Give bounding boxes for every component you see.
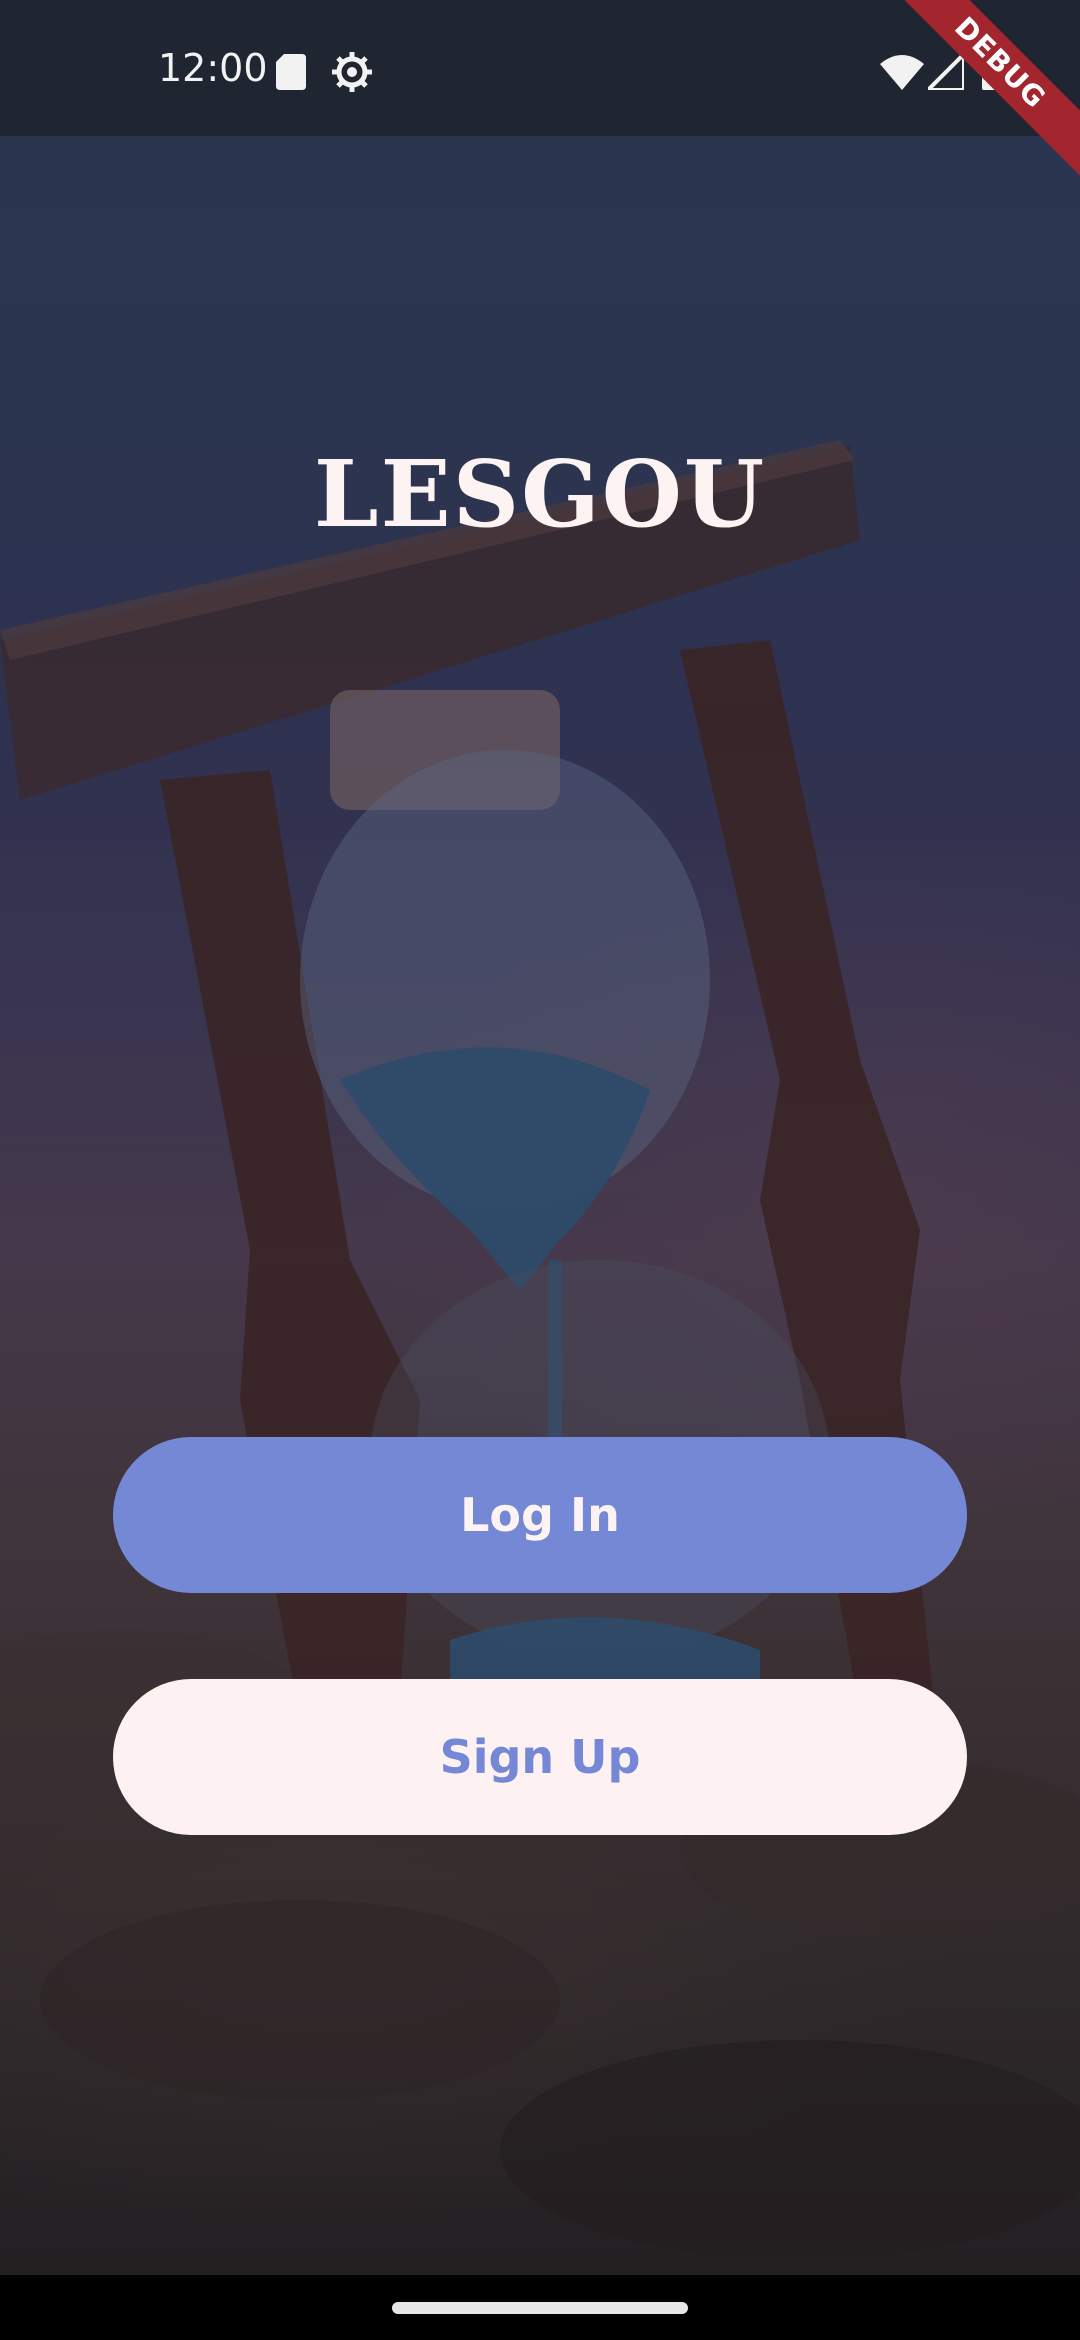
status-bar: 12:00 [0, 0, 1080, 136]
hourglass-illustration [0, 440, 1080, 2260]
gear-icon [332, 52, 372, 92]
wifi-icon [880, 55, 924, 90]
signal-icon [928, 54, 964, 90]
sd-card-icon [276, 54, 306, 90]
status-time: 12:00 [158, 46, 268, 90]
welcome-screen: 12:00 DEBUG LESGOU Log In Sign Up [0, 0, 1080, 2340]
navigation-bar [0, 2275, 1080, 2340]
signup-button[interactable]: Sign Up [113, 1679, 967, 1835]
home-gesture-handle[interactable] [392, 2302, 688, 2314]
app-title: LESGOU [313, 440, 767, 548]
login-button[interactable]: Log In [113, 1437, 967, 1593]
